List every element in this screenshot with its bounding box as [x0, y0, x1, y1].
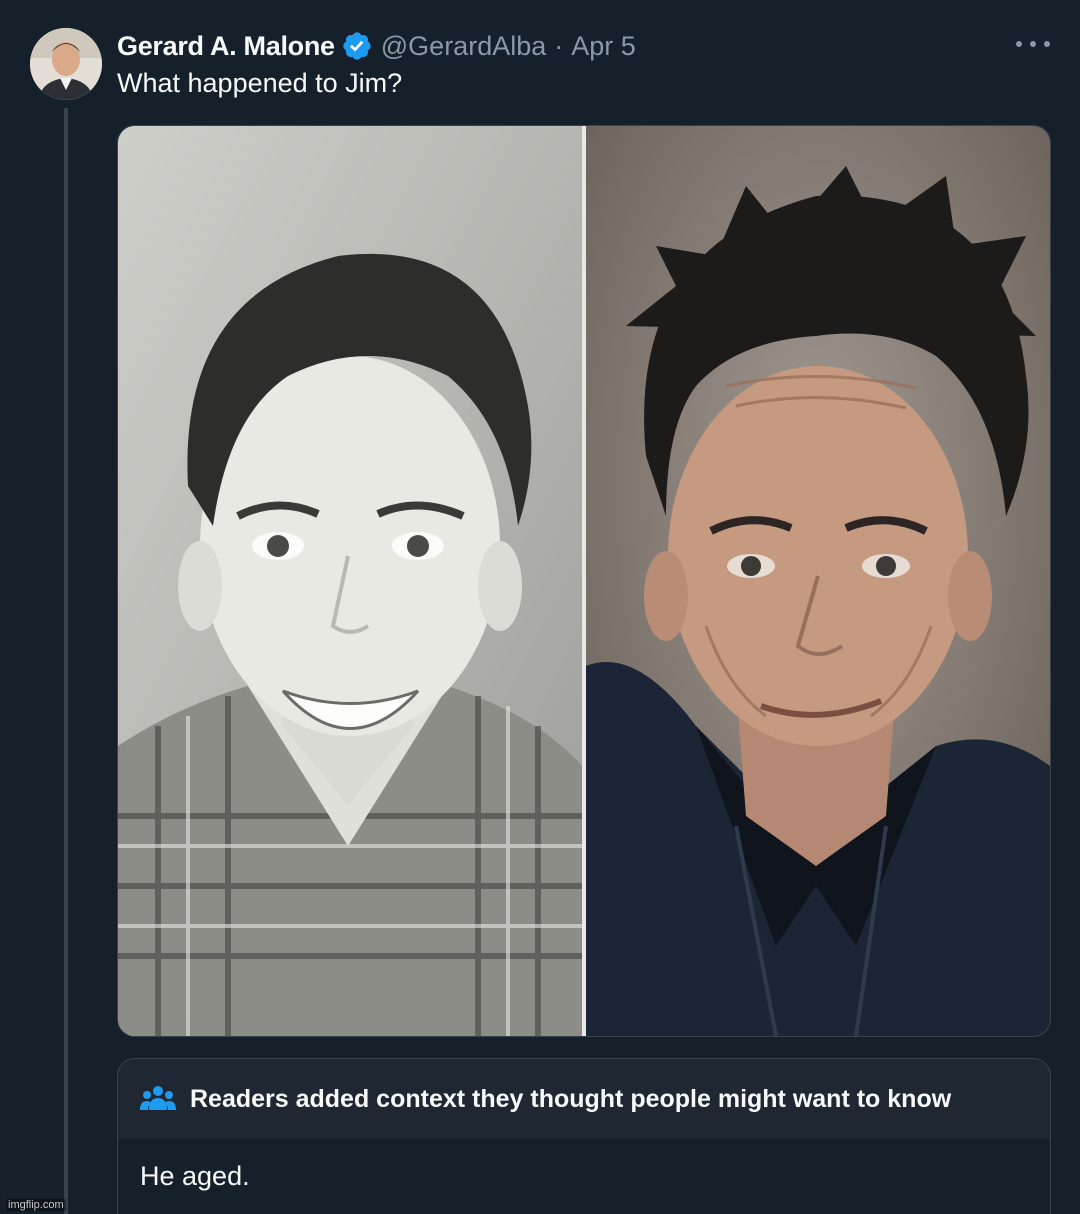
tweet-text: What happened to Jim?	[117, 68, 403, 98]
people-icon	[140, 1086, 176, 1110]
older-portrait-image	[586, 126, 1050, 1036]
thread-line	[64, 108, 68, 1214]
community-note-header: Readers added context they thought peopl…	[118, 1059, 1050, 1139]
community-note-title: Readers added context they thought peopl…	[190, 1084, 952, 1113]
avatar-image	[30, 28, 102, 100]
tweet: Gerard A. Malone @GerardAlba · Apr 5 Wha…	[0, 0, 1080, 1214]
more-dot	[1030, 41, 1036, 47]
watermark: imgflip.com	[6, 1199, 66, 1211]
tweet-media[interactable]	[117, 125, 1051, 1037]
user-handle[interactable]: @GerardAlba	[381, 31, 546, 62]
more-dot	[1044, 41, 1050, 47]
more-dot	[1016, 41, 1022, 47]
avatar[interactable]	[30, 28, 102, 100]
tweet-date[interactable]: Apr 5	[571, 31, 636, 62]
community-note-body: He aged.	[140, 1161, 250, 1191]
verified-badge-icon[interactable]	[341, 30, 373, 62]
photo-young-man[interactable]	[118, 126, 582, 1036]
more-options-icon[interactable]	[1016, 36, 1050, 52]
photo-older-man[interactable]	[586, 126, 1050, 1036]
display-name[interactable]: Gerard A. Malone	[117, 31, 335, 62]
young-portrait-image	[118, 126, 582, 1036]
separator-dot: ·	[554, 30, 564, 61]
community-note[interactable]: Readers added context they thought peopl…	[117, 1058, 1051, 1214]
tweet-header: Gerard A. Malone @GerardAlba · Apr 5	[117, 28, 636, 64]
